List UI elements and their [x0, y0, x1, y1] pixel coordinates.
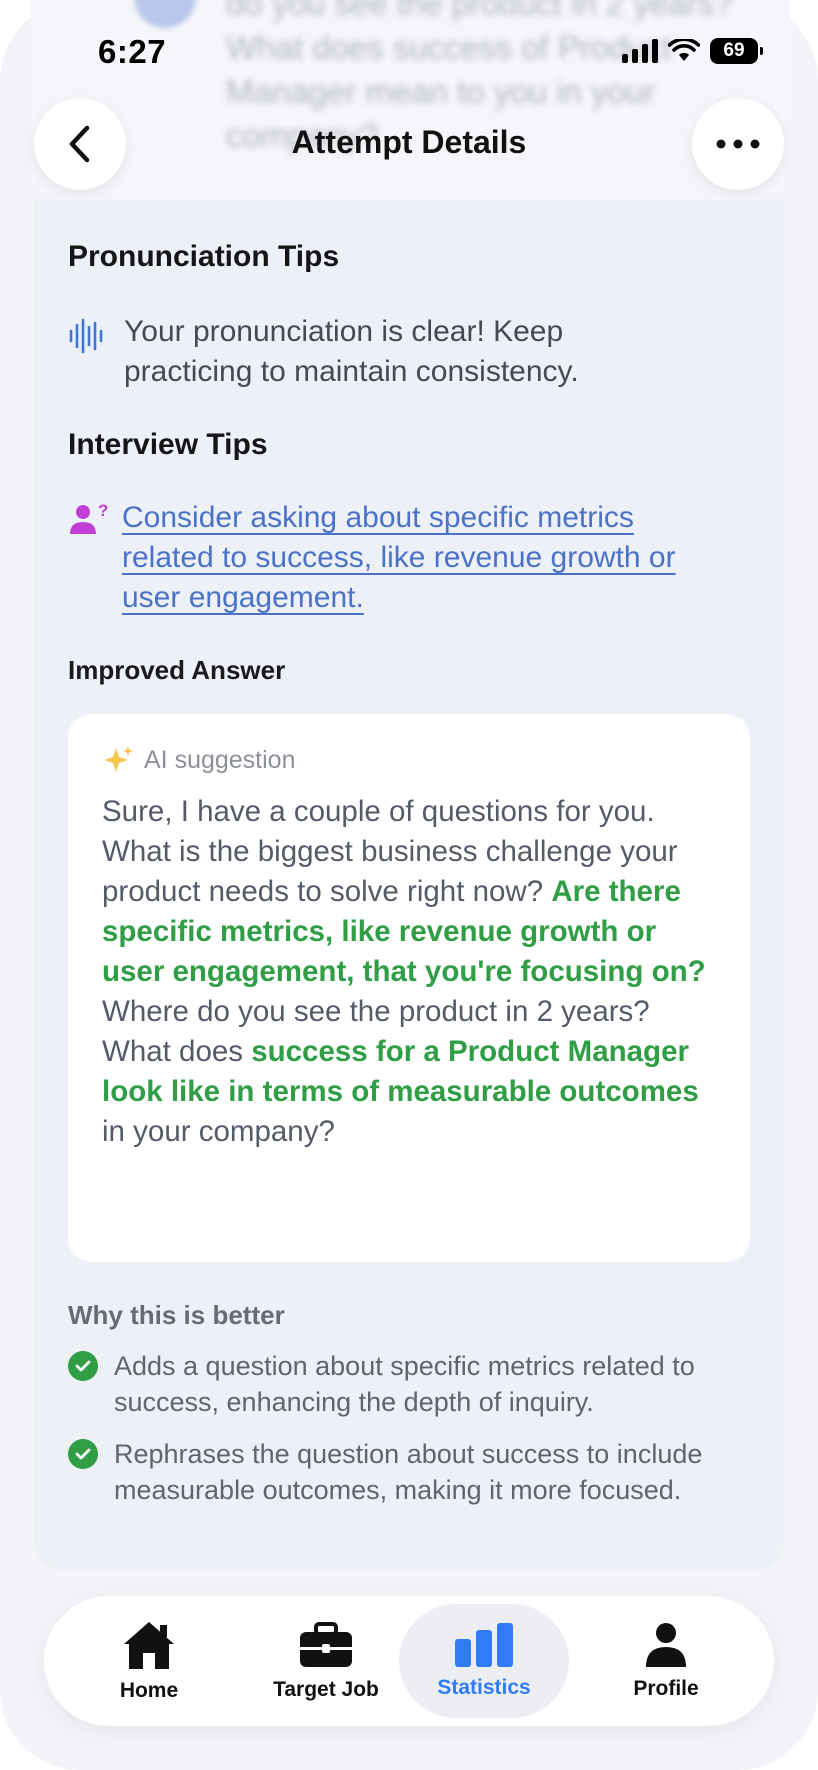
tab-target-job[interactable]: Target Job	[241, 1596, 411, 1726]
tab-label: Profile	[633, 1677, 699, 1700]
waveform-icon	[69, 318, 103, 354]
home-icon	[124, 1622, 174, 1669]
why-better-text: Rephrases the question about success to …	[114, 1439, 703, 1505]
why-better-item: Adds a question about specific metrics r…	[68, 1348, 758, 1420]
why-better-text: Adds a question about specific metrics r…	[114, 1351, 695, 1417]
sparkles-icon	[104, 746, 133, 772]
why-better-item: Rephrases the question about success to …	[68, 1436, 758, 1508]
bar-chart-icon	[455, 1623, 513, 1667]
tab-statistics[interactable]: Statistics	[399, 1604, 569, 1718]
status-icons: 69	[622, 38, 763, 64]
briefcase-icon	[300, 1622, 352, 1667]
person-icon	[646, 1623, 686, 1667]
interview-tip[interactable]: ? Consider asking about specific metrics…	[68, 498, 722, 618]
tab-label: Statistics	[437, 1676, 531, 1699]
battery-level: 69	[723, 40, 745, 61]
svg-text:?: ?	[98, 501, 108, 520]
check-circle-icon	[68, 1351, 98, 1381]
improved-answer-text: Sure, I have a couple of questions for y…	[102, 792, 724, 1152]
interview-tip-link[interactable]: Consider asking about specific metrics r…	[122, 498, 722, 618]
bottom-tab-bar: Home Target Job Statistics Profile	[44, 1596, 774, 1726]
wifi-icon	[668, 39, 700, 61]
tab-label: Target Job	[273, 1678, 379, 1701]
more-options-button[interactable]	[692, 98, 784, 190]
battery-indicator: 69	[710, 38, 763, 64]
improved-answer-card: AI suggestion Sure, I have a couple of q…	[68, 714, 750, 1262]
person-question-icon: ?	[70, 501, 108, 534]
interview-tips-title: Interview Tips	[68, 428, 268, 461]
scrolled-content-backdrop: do you see the product in 2 years? What …	[30, 0, 790, 200]
pronunciation-tips-title: Pronunciation Tips	[68, 240, 340, 273]
tab-label: Home	[119, 1679, 179, 1702]
why-better-title: Why this is better	[68, 1300, 285, 1330]
play-icon	[134, 0, 196, 28]
more-icon	[716, 139, 760, 149]
check-circle-icon	[68, 1439, 98, 1469]
status-time: 6:27	[98, 33, 167, 70]
tab-profile[interactable]: Profile	[581, 1596, 751, 1726]
pronunciation-tip-text: Your pronunciation is clear! Keep practi…	[124, 315, 579, 388]
pronunciation-tip: Your pronunciation is clear! Keep practi…	[68, 312, 684, 392]
ai-suggestion-text: AI suggestion	[144, 745, 296, 774]
tab-home[interactable]: Home	[64, 1596, 234, 1726]
improved-answer-title: Improved Answer	[68, 655, 286, 685]
answer-part: in your company?	[102, 1115, 335, 1148]
signal-icon	[622, 39, 658, 63]
ai-suggestion-label: AI suggestion	[102, 744, 296, 776]
